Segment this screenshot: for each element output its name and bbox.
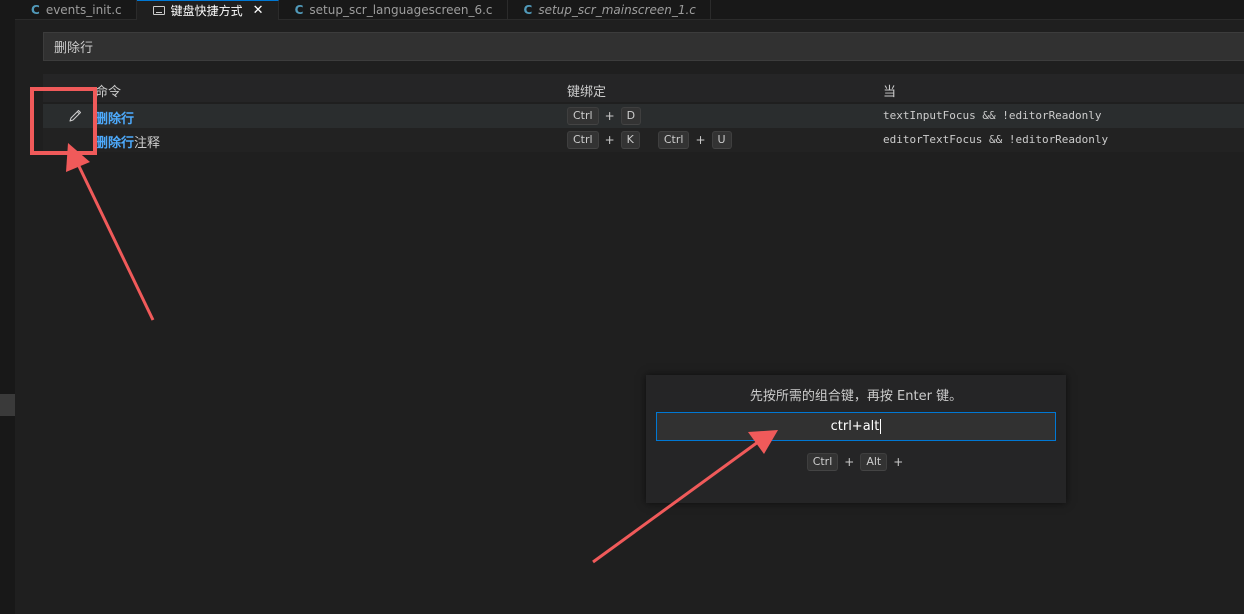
key-cap: Ctrl xyxy=(567,131,599,149)
activity-marker xyxy=(0,394,15,416)
keybindings-search-input[interactable]: 删除行 xyxy=(43,32,1244,61)
command-match: 删除行 xyxy=(95,112,135,127)
keyboard-icon xyxy=(152,6,165,15)
pencil-icon[interactable] xyxy=(67,108,83,124)
header-command: 命令 xyxy=(95,85,122,100)
table-row[interactable]: 删除行注释 Ctrl + K Ctrl + U editorTextFocus … xyxy=(43,128,1244,152)
dialog-message: 先按所需的组合键，再按 Enter 键。 xyxy=(749,389,963,404)
key-cap: K xyxy=(620,131,640,149)
annotation-arrow-line xyxy=(74,159,155,321)
command-match: 删除行 xyxy=(95,136,135,151)
command-cell: 删除行注释 xyxy=(95,132,160,151)
plus-sign: + xyxy=(604,133,615,147)
header-when: 当 xyxy=(883,85,897,100)
key-cap: Ctrl xyxy=(806,453,839,471)
tab-events-init[interactable]: C events_init.c xyxy=(15,0,137,20)
keybinding-cell: Ctrl + K Ctrl + U xyxy=(567,131,732,149)
keybinding-preview: Ctrl + Alt + xyxy=(646,453,1066,471)
when-cell: textInputFocus && !editorReadonly xyxy=(883,109,1102,122)
plus-sign: + xyxy=(844,455,855,469)
activity-strip xyxy=(0,0,15,614)
tab-keyboard-shortcuts[interactable]: 键盘快捷方式 ✕ xyxy=(136,0,279,20)
table-header: 命令 键绑定 当 xyxy=(43,74,1244,102)
tab-label: 键盘快捷方式 xyxy=(170,4,243,18)
define-keybinding-dialog: 先按所需的组合键，再按 Enter 键。 ctrl+alt Ctrl + Alt… xyxy=(646,375,1066,503)
text-caret xyxy=(880,419,882,434)
tab-bar: C events_init.c 键盘快捷方式 ✕ C setup_scr_lan… xyxy=(15,0,1244,20)
header-keybinding: 键绑定 xyxy=(567,85,607,100)
command-cell: 删除行 xyxy=(95,108,134,127)
tab-label: setup_scr_languagescreen_6.c xyxy=(309,3,493,17)
key-cap: D xyxy=(620,107,642,125)
c-file-icon: C xyxy=(294,3,304,17)
plus-sign: + xyxy=(695,133,706,147)
tab-languagescreen[interactable]: C setup_scr_languagescreen_6.c xyxy=(279,0,508,20)
plus-sign: + xyxy=(893,455,904,469)
tab-label: setup_scr_mainscreen_1.c xyxy=(538,3,696,17)
key-cap: Ctrl xyxy=(657,131,690,149)
table-row[interactable]: 删除行 Ctrl + D textInputFocus && !editorRe… xyxy=(43,104,1244,128)
tab-mainscreen[interactable]: C setup_scr_mainscreen_1.c xyxy=(508,0,711,20)
key-cap: Ctrl xyxy=(567,107,599,125)
close-icon[interactable]: ✕ xyxy=(253,3,264,18)
plus-sign: + xyxy=(604,109,615,123)
keybinding-input[interactable]: ctrl+alt xyxy=(656,412,1056,441)
key-cap: Alt xyxy=(860,453,888,471)
c-file-icon: C xyxy=(523,3,533,17)
key-cap: U xyxy=(711,131,732,149)
command-rest: 注释 xyxy=(134,136,161,151)
when-cell: editorTextFocus && !editorReadonly xyxy=(883,133,1109,146)
keybinding-input-value: ctrl+alt xyxy=(830,419,880,434)
keybinding-cell: Ctrl + D xyxy=(567,107,642,125)
tab-label: events_init.c xyxy=(45,3,122,17)
c-file-icon: C xyxy=(31,3,40,17)
